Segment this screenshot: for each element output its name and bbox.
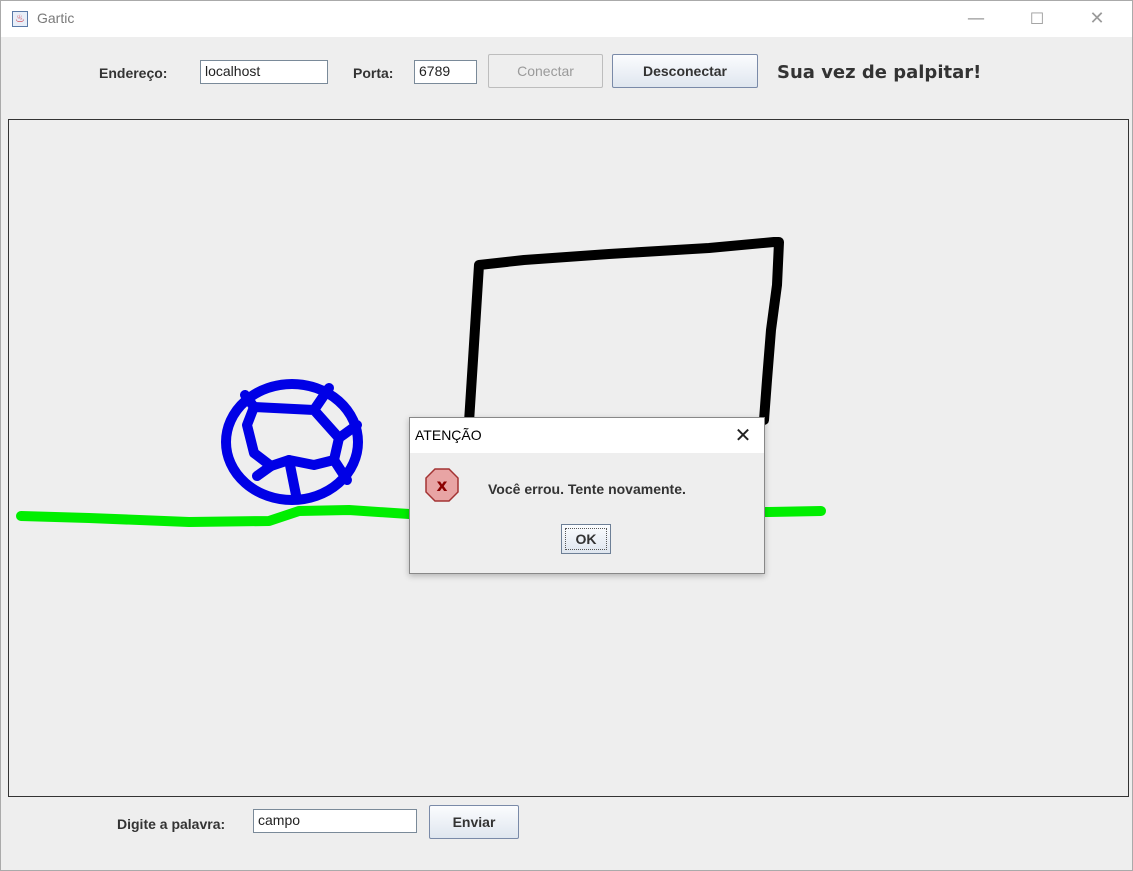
java-app-icon: ♨ <box>12 11 28 27</box>
window-title: Gartic <box>37 10 75 26</box>
dialog-message: Você errou. Tente novamente. <box>488 481 686 497</box>
gartic-window: ♨ Gartic — ☐ ✕ Endereço: localhost Porta… <box>0 0 1133 871</box>
status-message: Sua vez de palpitar! <box>777 62 982 83</box>
disconnect-button[interactable]: Desconectar <box>612 54 758 88</box>
port-label: Porta: <box>353 65 394 81</box>
send-button[interactable]: Enviar <box>429 805 519 839</box>
goal-stroke <box>464 237 784 427</box>
attention-dialog: ATENÇÃO ✕ x Você errou. Tente novamente.… <box>409 417 765 574</box>
dialog-title-bar[interactable]: ATENÇÃO ✕ <box>410 418 764 453</box>
connection-panel: Endereço: localhost Porta: 6789 Conectar… <box>1 37 1132 119</box>
ball-stroke <box>221 379 363 505</box>
minimize-button[interactable]: — <box>953 1 999 37</box>
error-icon-glyph: x <box>437 476 448 496</box>
guess-panel: Digite a palavra: campo Enviar <box>1 797 1132 870</box>
connect-button[interactable]: Conectar <box>488 54 603 88</box>
error-icon: x <box>425 468 459 502</box>
maximize-button[interactable]: ☐ <box>1014 1 1060 37</box>
ok-button[interactable]: OK <box>561 524 611 554</box>
address-field[interactable]: localhost <box>200 60 328 84</box>
dialog-title: ATENÇÃO <box>415 427 482 443</box>
dialog-close-button[interactable]: ✕ <box>728 421 758 449</box>
guess-label: Digite a palavra: <box>117 816 226 832</box>
guess-input[interactable]: campo <box>253 809 417 833</box>
title-bar[interactable]: ♨ Gartic — ☐ ✕ <box>1 1 1132 37</box>
address-label: Endereço: <box>99 65 168 81</box>
close-button[interactable]: ✕ <box>1074 1 1120 37</box>
port-field[interactable]: 6789 <box>414 60 477 84</box>
